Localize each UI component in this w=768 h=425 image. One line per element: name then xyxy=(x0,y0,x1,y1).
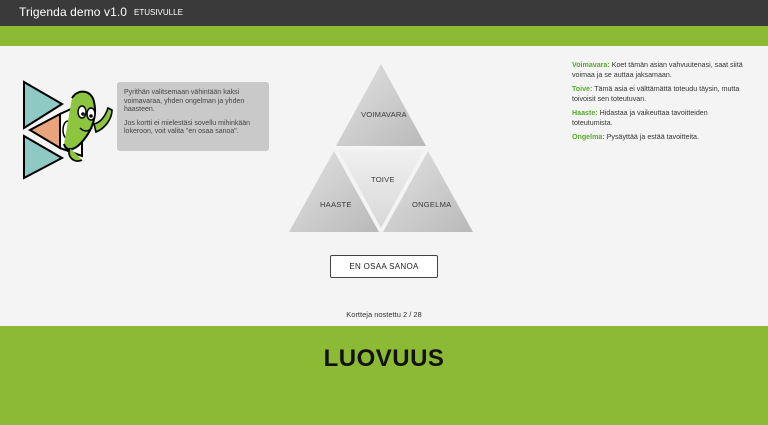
legend-item-haaste: Haaste: Hidastaa ja vaikeuttaa tavoittei… xyxy=(572,109,750,128)
ongelma-label: ONGELMA xyxy=(412,200,452,209)
top-navbar: Trigenda demo v1.0 ETUSIVULLE xyxy=(0,0,768,26)
app-title[interactable]: Trigenda demo v1.0 xyxy=(19,5,127,19)
accent-bar xyxy=(0,26,768,46)
legend-text: Tämä asia ei välttämättä toteudu täysin,… xyxy=(572,85,740,103)
legend-term: Haaste: xyxy=(572,109,598,117)
instruction-paragraph-1: Pyrithän valitsemaan vähintään kaksi voi… xyxy=(124,89,245,114)
nav-home-link[interactable]: ETUSIVULLE xyxy=(134,8,183,17)
legend-item-ongelma: Ongelma: Pysäyttää ja estää tavoitteita. xyxy=(572,133,750,143)
haaste-label: HAASTE xyxy=(320,200,352,209)
instruction-paragraph-2: Jos kortti ei mielestäsi sovellu mihinkä… xyxy=(124,119,251,136)
legend-item-voimavara: Voimavara: Koet tämän asian vahvuutenasi… xyxy=(572,61,750,80)
toive-label: TOIVE xyxy=(371,175,395,184)
voimavara-zone[interactable] xyxy=(336,64,426,146)
legend-term: Toive: xyxy=(572,85,593,93)
card-area xyxy=(0,326,768,425)
current-card-word[interactable]: LUOVUUS xyxy=(0,345,768,373)
legend-text: Pysäyttää ja estää tavoitteita. xyxy=(606,133,699,141)
dont-know-button[interactable]: EN OSAA SANOA xyxy=(330,255,438,278)
legend-term: Ongelma: xyxy=(572,133,605,141)
legend-item-toive: Toive: Tämä asia ei välttämättä toteudu … xyxy=(572,85,750,104)
mascot-icon xyxy=(23,80,113,180)
voimavara-label: VOIMAVARA xyxy=(361,110,407,119)
cards-drawn-counter: Kortteja nostettu 2 / 28 xyxy=(346,310,422,319)
instruction-speech-bubble: Pyrithän valitsemaan vähintään kaksi voi… xyxy=(117,82,269,151)
legend-term: Voimavara: xyxy=(572,61,610,69)
category-legend: Voimavara: Koet tämän asian vahvuutenasi… xyxy=(572,61,750,148)
